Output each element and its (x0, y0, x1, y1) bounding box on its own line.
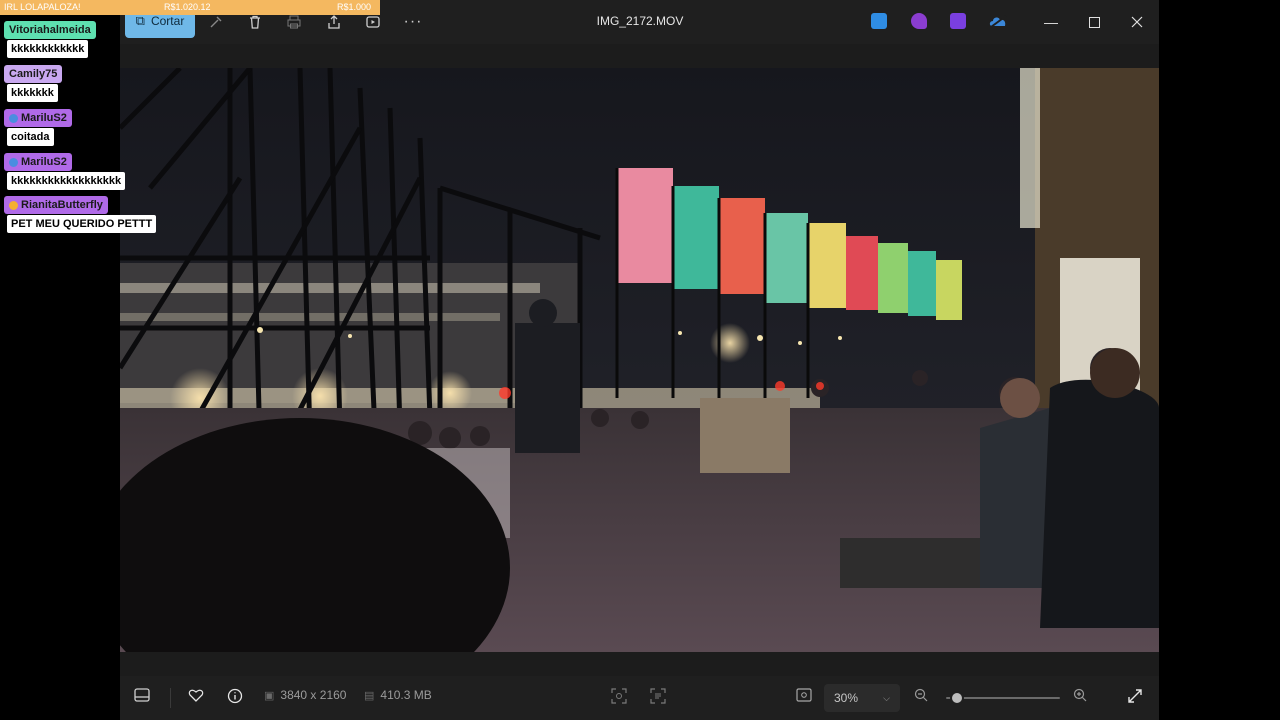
clipchamp-app-icon[interactable] (950, 13, 966, 29)
zoom-out-icon (914, 688, 928, 702)
maximize-button[interactable] (1082, 10, 1106, 34)
filesize-text: 410.3 MB (380, 688, 432, 702)
disk-icon: ▤ (364, 689, 375, 702)
chat-username-text: MariluS2 (21, 156, 67, 168)
designer-app-icon[interactable] (911, 13, 927, 29)
image-size-icon: ▣ (264, 689, 275, 702)
text-scan-icon (650, 688, 666, 704)
onedrive-icon[interactable] (989, 13, 1009, 29)
edit-app-icon[interactable] (871, 13, 887, 29)
chat-message: kkkkkkk (7, 84, 58, 102)
chat-username: MariluS2 (4, 153, 72, 171)
visual-search-icon (611, 688, 627, 704)
badge-icon (9, 157, 18, 167)
video-icon (366, 16, 380, 28)
dimensions-text: 3840 x 2160 (280, 688, 347, 702)
chat-username-text: Camily75 (9, 68, 58, 80)
festival-photo (120, 68, 1159, 652)
zoom-in-icon (1073, 688, 1087, 702)
more-button[interactable]: ··· (399, 8, 427, 36)
visual-search-button[interactable] (611, 688, 627, 704)
chat-username: RianitaButterfly (4, 196, 108, 214)
chat-username: MariluS2 (4, 109, 72, 127)
donation-goal-bar: IRL LOLAPALOZA! R$1.020.12 R$1.000 (0, 0, 380, 15)
crop-label: Cortar (150, 14, 185, 28)
crop-icon: ⧉ (135, 13, 145, 28)
zoom-slider-thumb[interactable] (950, 691, 965, 705)
chat-username: Camily75 (4, 65, 63, 83)
share-icon (328, 15, 340, 29)
filmstrip-button[interactable] (134, 688, 150, 702)
photos-window: ⧉ Cortar ··· IMG_2172.MOV — ▣ 3840 x 216… (120, 0, 1159, 720)
badge-icon (9, 200, 18, 210)
zoom-in-button[interactable] (1073, 688, 1087, 702)
text-scan-button[interactable] (650, 688, 666, 704)
zoom-select[interactable]: 30% ⌵ (824, 684, 900, 712)
goal-target: R$1.000 (337, 2, 372, 12)
zoom-value: 30% (834, 691, 859, 705)
zoom-slider[interactable] (946, 691, 1060, 705)
expand-icon (1128, 689, 1142, 703)
fit-to-window-icon (796, 688, 812, 702)
badge-icon (9, 113, 18, 123)
chat-username-text: MariluS2 (21, 112, 67, 124)
chat-username: Vitoriahalmeida (4, 21, 96, 39)
dimensions-info: ▣ 3840 x 2160 (264, 688, 346, 702)
favorite-button[interactable] (188, 688, 204, 702)
chat-message: kkkkkkkkkkkk (7, 40, 89, 58)
close-button[interactable] (1125, 10, 1149, 34)
fullscreen-button[interactable] (1127, 688, 1143, 704)
delete-icon (250, 15, 260, 29)
print-icon (287, 15, 301, 29)
goal-title: IRL LOLAPALOZA! (4, 2, 81, 12)
chevron-down-icon: ⌵ (883, 692, 890, 703)
chat-message: kkkkkkkkkkkkkkkkkk (7, 172, 126, 190)
heart-icon (188, 689, 204, 702)
filesize-info: ▤ 410.3 MB (364, 688, 432, 702)
goal-current: R$1.020.12 (164, 2, 211, 12)
close-icon (1131, 16, 1143, 28)
zoom-out-button[interactable] (914, 688, 928, 702)
fit-button[interactable] (796, 688, 812, 702)
chat-message: PET MEU QUERIDO PETTT (7, 215, 157, 233)
chat-username-text: RianitaButterfly (21, 199, 103, 211)
filmstrip-icon (134, 688, 150, 702)
photo-viewer[interactable] (120, 68, 1159, 652)
minimize-button[interactable]: — (1039, 10, 1063, 34)
minimize-icon: — (1044, 14, 1058, 30)
chat-message: coitada (7, 128, 54, 146)
info-button[interactable] (227, 688, 243, 704)
maximize-icon (1088, 16, 1100, 28)
info-icon (227, 688, 243, 704)
more-icon: ··· (403, 13, 423, 30)
chat-username-text: Vitoriahalmeida (9, 24, 91, 36)
screen: ⧉ Cortar ··· IMG_2172.MOV — ▣ 3840 x 216… (0, 0, 1280, 720)
file-title: IMG_2172.MOV (596, 14, 684, 28)
divider (170, 688, 171, 708)
bottom-bar: ▣ 3840 x 2160 ▤ 410.3 MB 30% ⌵ (120, 676, 1159, 720)
adjust-icon (210, 16, 222, 28)
